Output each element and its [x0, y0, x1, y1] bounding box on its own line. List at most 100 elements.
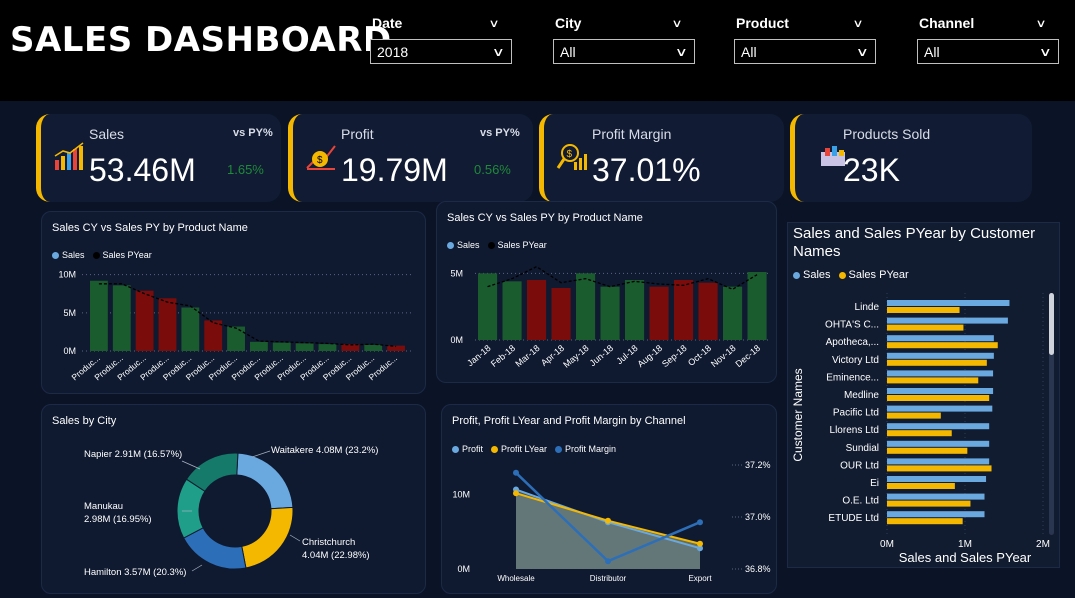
bar-sales	[387, 345, 405, 351]
kpi-sales-value: 53.46M	[89, 152, 196, 188]
kpi-card-margin: $ Profit Margin 37.01%	[539, 114, 784, 202]
chevron-down-icon: ∨	[492, 44, 506, 59]
scrollbar-thumb[interactable]	[1049, 293, 1054, 355]
slicer-city[interactable]: City ∨ All ∨	[547, 12, 695, 66]
bar-sales	[158, 298, 177, 351]
point-profit-lyear	[697, 540, 703, 547]
scrollbar-track[interactable]	[1049, 293, 1054, 535]
city-donut-chart: Waitakere 4.08M (23.2%) Christchurch 4.04M…	[84, 445, 378, 578]
bar-sales-pyear	[887, 447, 968, 454]
y-tick-label: Linde	[855, 302, 880, 313]
slicer-date[interactable]: Date ∨ 2018 ∨	[364, 12, 512, 66]
customer-bar-chart: 0M 1M 2M Linde OHTA'S C... Apotheca,... Victor…	[791, 293, 1050, 565]
date-dropdown[interactable]: 2018 ∨	[370, 39, 512, 64]
y-tick-label: 0M	[457, 564, 470, 574]
bar-sales-pyear	[887, 518, 963, 525]
bar-sales	[551, 288, 571, 340]
bar-sales	[649, 286, 669, 340]
bar-sales	[887, 405, 993, 412]
y-tick-label: Victory Ltd	[832, 355, 879, 366]
bar-sales	[204, 320, 223, 351]
y-tick-label: Ei	[870, 478, 879, 489]
bar-sales-pyear	[887, 430, 952, 437]
kpi-card-sales: Sales vs PY% 53.46M 1.65%	[36, 114, 281, 202]
channel-dropdown-value: All	[924, 43, 940, 60]
point-profit-lyear	[513, 490, 519, 497]
x-tick-label: Dec-18	[734, 343, 763, 369]
kpi-profit-vs-label: vs PY%	[480, 127, 520, 139]
bar-sales-pyear	[887, 307, 960, 313]
slicer-date-label: Date	[372, 15, 403, 31]
x-tick-label: Oct-18	[686, 343, 713, 368]
slicer-product-label: Product	[736, 15, 789, 31]
bar-sales	[272, 342, 291, 351]
svg-text:$: $	[317, 155, 323, 166]
chevron-down-icon[interactable]: ∨	[671, 17, 682, 30]
y-tick-label: Sundial	[846, 443, 879, 454]
leader-line	[191, 564, 203, 572]
slice-label: 2.98M (16.95%)	[84, 514, 152, 525]
bar-sales-pyear	[887, 412, 941, 419]
y2-tick-label: 37.2%	[745, 460, 771, 470]
bar-sales	[887, 458, 990, 465]
bar-sales	[250, 341, 268, 351]
slicer-channel-label: Channel	[919, 15, 975, 31]
kpi-sales-change: 1.65%	[227, 162, 264, 177]
kpi-card-profit: $ Profit vs PY% 19.79M 0.56%	[288, 114, 533, 202]
bar-sales	[600, 286, 620, 340]
x-tick-label: Jun-18	[588, 343, 616, 368]
slicer-channel[interactable]: Channel ∨ All ∨	[911, 12, 1059, 66]
y-tick-label: 10M	[58, 270, 76, 280]
bar-sales	[90, 280, 108, 351]
leader-line	[181, 460, 201, 470]
magnifier-chart-icon: $	[556, 144, 587, 170]
x-tick-label: 2M	[1036, 539, 1050, 550]
y-tick-label: Medline	[844, 390, 879, 401]
slice-label: Hamilton 3.57M (20.3%)	[84, 567, 186, 578]
kpi-margin-value: 37.01%	[592, 152, 701, 188]
point-profit-lyear	[605, 517, 611, 524]
chevron-down-icon[interactable]: ∨	[488, 17, 499, 30]
bar-sales-pyear	[887, 483, 955, 489]
slice-label: 4.04M (22.98%)	[302, 550, 370, 561]
y-tick-label: Llorens Ltd	[830, 425, 879, 436]
bar-sales-pyear	[887, 500, 971, 507]
y-axis-label: Customer Names	[791, 368, 805, 461]
bar-sales	[723, 286, 743, 340]
product-bar-chart: 10M5M0MProduc...Produc...Produc...Produc…	[58, 270, 412, 382]
bar-sales	[887, 335, 994, 342]
kpi-sales-label: Sales	[89, 126, 125, 142]
city-dropdown[interactable]: All ∨	[553, 39, 695, 64]
panel-sales-by-city: Sales by City Waitakere 4.08M (23.2%) Chr…	[41, 404, 426, 594]
bar-sales	[887, 440, 990, 447]
bar-sales-pyear	[887, 342, 998, 349]
bar-sales	[227, 326, 245, 351]
y-tick-label: O.E. Ltd	[842, 496, 879, 507]
svg-text:$: $	[567, 149, 573, 160]
chevron-down-icon[interactable]: ∨	[852, 17, 863, 30]
slicer-city-label: City	[555, 15, 582, 31]
bar-sales	[887, 388, 994, 394]
y-tick-label: 10M	[452, 490, 470, 500]
bar-sales	[112, 285, 131, 351]
date-dropdown-value: 2018	[377, 43, 409, 60]
kpi-profit-change: 0.56%	[474, 162, 511, 177]
chevron-down-icon: ∨	[1039, 44, 1053, 59]
monthly-bar-chart: 5M0MJan-18Feb-18Mar-18Apr-18May-18Jun-18…	[450, 265, 769, 370]
kpi-sales-vs-label: vs PY%	[233, 127, 273, 139]
kpi-card-products-sold: Products Sold 23K	[790, 114, 1032, 202]
bar-sales-pyear	[887, 395, 990, 401]
product-dropdown[interactable]: All ∨	[734, 39, 876, 64]
bar-sales	[502, 281, 522, 340]
y-tick-label: 5M	[63, 308, 76, 318]
bar-sales	[478, 273, 498, 340]
chevron-down-icon[interactable]: ∨	[1035, 17, 1046, 30]
channel-dropdown[interactable]: All ∨	[917, 39, 1059, 64]
slice-label: Christchurch	[302, 537, 355, 548]
page-title: SALES DASHBOARD	[10, 20, 392, 60]
slicer-product[interactable]: Product ∨ All ∨	[728, 12, 876, 66]
bar-sales	[887, 370, 994, 377]
bar-sales	[887, 476, 987, 482]
x-tick-label: Aug-18	[635, 343, 664, 369]
x-tick-label: Feb-18	[489, 343, 517, 369]
